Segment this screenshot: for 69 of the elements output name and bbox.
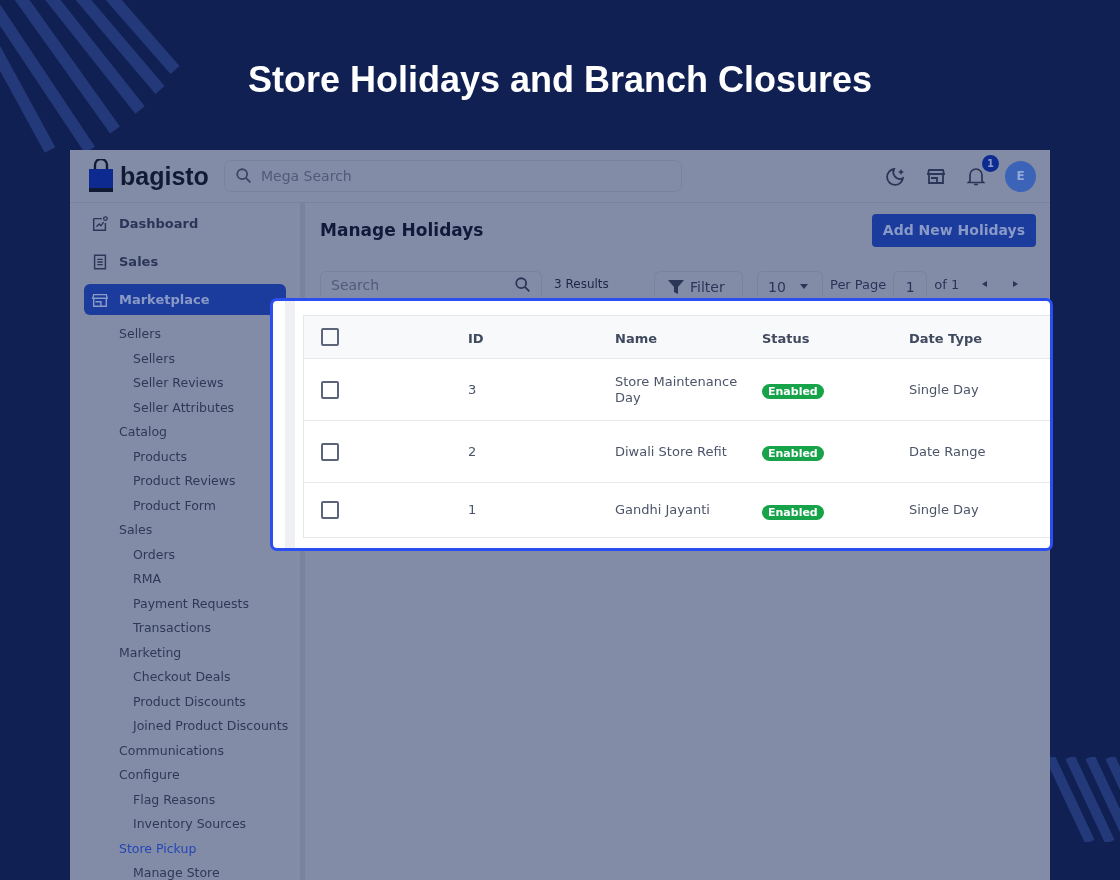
column-header: Date Type <box>909 330 983 346</box>
sidebar-item[interactable]: Product Reviews <box>133 469 236 494</box>
table-cell-text: Single Day <box>909 502 980 518</box>
column-header: Status <box>762 330 810 346</box>
page-total: of 1 <box>934 276 960 292</box>
sidebar-item[interactable]: Seller Reviews <box>133 371 224 396</box>
moon-icon[interactable] <box>885 165 907 187</box>
column-header: ID <box>468 330 484 346</box>
search-icon <box>235 167 253 185</box>
bag-icon <box>88 159 114 193</box>
results-count: 3 Results <box>554 277 610 291</box>
sidebar-item[interactable]: Joined Product Discounts <box>133 714 289 739</box>
sidebar-item[interactable]: Manage Store <box>133 861 220 880</box>
sidebar-item[interactable]: Payment Requests <box>133 591 249 616</box>
sidebar-item[interactable]: Marketplace <box>84 284 286 315</box>
document-icon <box>91 252 109 271</box>
status-badge: Enabled <box>762 504 824 520</box>
sidebar-item[interactable]: Inventory Sources <box>133 812 247 837</box>
checkbox[interactable] <box>321 501 339 519</box>
table-cell-text: 2 <box>468 443 478 460</box>
status-badge: Enabled <box>762 384 824 399</box>
sidebar-item[interactable]: Sales <box>84 246 286 277</box>
checkbox[interactable] <box>321 380 339 399</box>
sidebar-item[interactable]: Transactions <box>133 616 212 641</box>
checkbox[interactable] <box>321 442 339 461</box>
table-cell-text: Date Range <box>909 443 987 460</box>
sidebar-item[interactable]: Seller Attributes <box>133 395 235 420</box>
table-cell-text: Single Day <box>909 381 980 398</box>
column-header: Name <box>615 330 657 346</box>
sidebar-item[interactable]: Flag Reasons <box>133 787 216 812</box>
logo-text: bagisto <box>120 161 209 191</box>
sidebar-item[interactable]: Dashboard <box>84 208 286 239</box>
sidebar-item[interactable]: Products <box>133 444 187 469</box>
sidebar-item[interactable]: Sales <box>119 518 153 543</box>
sidebar-item[interactable]: RMA <box>133 567 162 592</box>
sidebar-item[interactable]: Catalog <box>119 420 167 445</box>
funnel-icon <box>667 277 685 296</box>
bell-icon[interactable] <box>965 165 987 187</box>
sidebar-item[interactable]: Communications <box>119 738 225 763</box>
status-badge: Enabled <box>762 446 824 461</box>
avatar[interactable]: E <box>1005 160 1036 192</box>
table-cell-text: Diwali Store Refit <box>615 443 728 460</box>
sidebar-item[interactable]: Store Pickup <box>119 836 197 861</box>
table-cell-text: 1 <box>468 502 478 518</box>
add-button[interactable]: Add New Holidays <box>871 213 1036 247</box>
search-icon <box>514 276 532 294</box>
filter-button[interactable]: Filter <box>654 271 743 297</box>
table-cell-text: 3 <box>468 381 478 398</box>
page-title: Manage Holidays <box>320 220 484 240</box>
sidebar-item[interactable]: Product Discounts <box>133 689 246 714</box>
sidebar-item[interactable]: Sellers <box>119 322 161 347</box>
per-page-select[interactable]: 10 <box>757 271 823 297</box>
sidebar-item[interactable]: Orders <box>133 542 176 567</box>
sidebar-item[interactable]: Checkout Deals <box>133 665 231 690</box>
sidebar-item[interactable]: Product Form <box>133 493 216 518</box>
sidebar-item[interactable]: Configure <box>119 763 180 788</box>
chart-icon <box>91 214 109 233</box>
previous-icon[interactable] <box>981 280 990 288</box>
caret-icon <box>799 283 808 290</box>
headline: Store Holidays and Branch Closures <box>247 58 873 102</box>
per-page-label: Per Page <box>830 276 887 292</box>
table-cell-text: Store Maintenance Day <box>615 373 739 406</box>
page-field[interactable]: 1 <box>893 271 928 297</box>
next-icon[interactable] <box>1011 280 1020 288</box>
table-cell-text: Gandhi Jayanti <box>615 502 711 518</box>
checkbox[interactable] <box>321 328 339 346</box>
sidebar-item[interactable]: Marketing <box>119 640 182 665</box>
notification-badge: 1 <box>982 155 999 172</box>
sidebar-item[interactable]: Sellers <box>133 346 175 371</box>
